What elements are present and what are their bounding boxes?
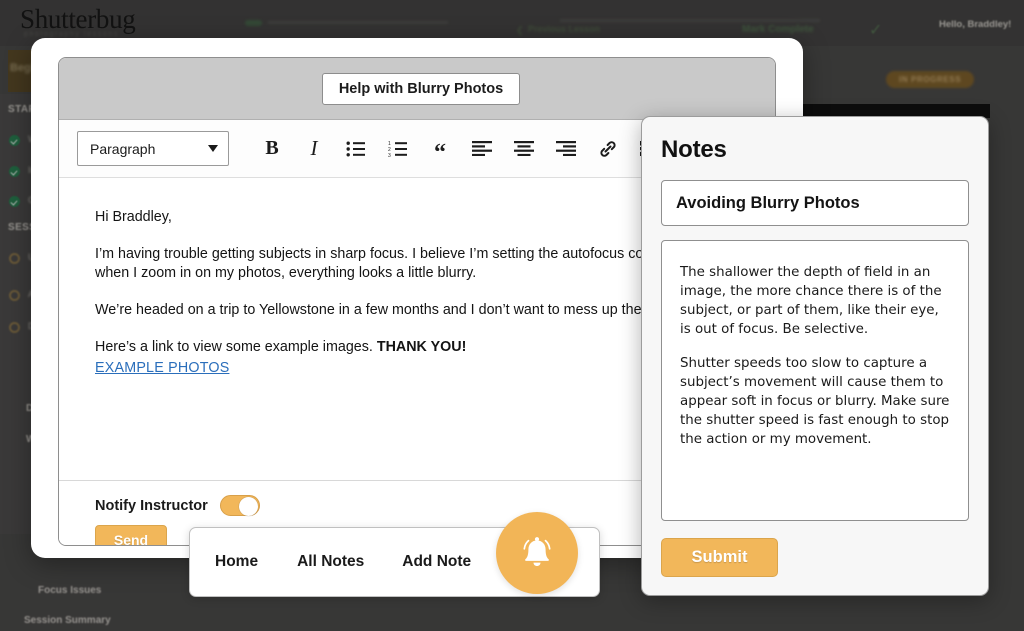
ring-circle-icon (9, 253, 20, 264)
chevron-left-icon: ❮ (516, 25, 524, 35)
sidebar-item-focus-issues[interactable]: Focus Issues (38, 585, 101, 596)
check-circle-icon (9, 135, 20, 146)
insert-link-button[interactable] (587, 129, 629, 169)
svg-text:3: 3 (388, 153, 391, 157)
align-left-button[interactable] (461, 129, 503, 169)
send-button[interactable]: Send (95, 525, 167, 545)
italic-button[interactable]: I (293, 129, 335, 169)
sidebar-item-session-summary[interactable]: Session Summary (24, 615, 111, 626)
note-body-paragraph-1: The shallower the depth of field in an i… (680, 265, 942, 338)
nav-item-home[interactable]: Home (215, 553, 258, 571)
align-center-button[interactable] (503, 129, 545, 169)
email-thank-you: THANK YOU! (376, 339, 467, 356)
notify-instructor-label: Notify Instructor (95, 497, 208, 514)
align-right-button[interactable] (545, 129, 587, 169)
submit-button[interactable]: Submit (661, 538, 778, 577)
bold-button[interactable]: B (251, 129, 293, 169)
notify-instructor-toggle[interactable] (219, 495, 260, 516)
brand-logo-subtitle: photography lessons (24, 31, 119, 38)
note-title-input[interactable]: Avoiding Blurry Photos (661, 180, 969, 226)
link-icon (600, 140, 616, 157)
bullet-list-icon (346, 141, 365, 156)
ring-circle-icon (9, 290, 20, 301)
toggle-knob (238, 496, 258, 516)
format-select-label: Paragraph (90, 140, 156, 157)
nav-item-all-notes[interactable]: All Notes (297, 553, 364, 571)
status-badge: IN PROGRESS (886, 71, 975, 88)
compose-titlebar: Help with Blurry Photos (59, 58, 775, 120)
numbered-list-icon: 1 2 3 (388, 141, 407, 157)
progress-bar (268, 21, 448, 24)
format-select[interactable]: Paragraph (77, 131, 229, 166)
notes-panel-title: Notes (661, 136, 727, 163)
bell-icon (523, 537, 551, 566)
email-paragraph-3-lead: Here’s a link to view some example image… (95, 339, 373, 356)
mark-complete-button[interactable]: Mark Complete (742, 24, 814, 35)
topbar-divider (560, 19, 820, 22)
align-left-icon (472, 141, 492, 156)
progress-dot (245, 20, 262, 26)
email-paragraph-1: I’m having trouble getting subjects in s… (95, 246, 707, 281)
nav-item-add-note[interactable]: Add Note (402, 553, 471, 571)
numbered-list-button[interactable]: 1 2 3 (377, 129, 419, 169)
notifications-fab[interactable] (496, 512, 578, 594)
check-circle-icon (9, 166, 20, 177)
subject-input[interactable]: Help with Blurry Photos (322, 73, 520, 105)
user-greeting: Hello, Braddley! (939, 19, 1012, 30)
previous-lesson-link[interactable]: Previous Lesson (528, 24, 600, 34)
ring-circle-icon (9, 322, 20, 333)
note-body-textarea[interactable]: The shallower the depth of field in an i… (661, 240, 969, 521)
bullet-list-button[interactable] (335, 129, 377, 169)
note-body-paragraph-2: Shutter speeds too slow to capture a sub… (680, 356, 950, 448)
example-photos-link[interactable]: EXAMPLE PHOTOS (95, 360, 229, 376)
align-center-icon (514, 141, 534, 156)
notes-panel: Notes Avoiding Blurry Photos The shallow… (641, 116, 989, 596)
chevron-down-icon (208, 145, 218, 152)
check-circle-icon (9, 196, 20, 207)
check-icon: ✓ (869, 22, 883, 39)
blockquote-button[interactable]: “ (419, 129, 461, 169)
align-right-icon (556, 141, 576, 156)
